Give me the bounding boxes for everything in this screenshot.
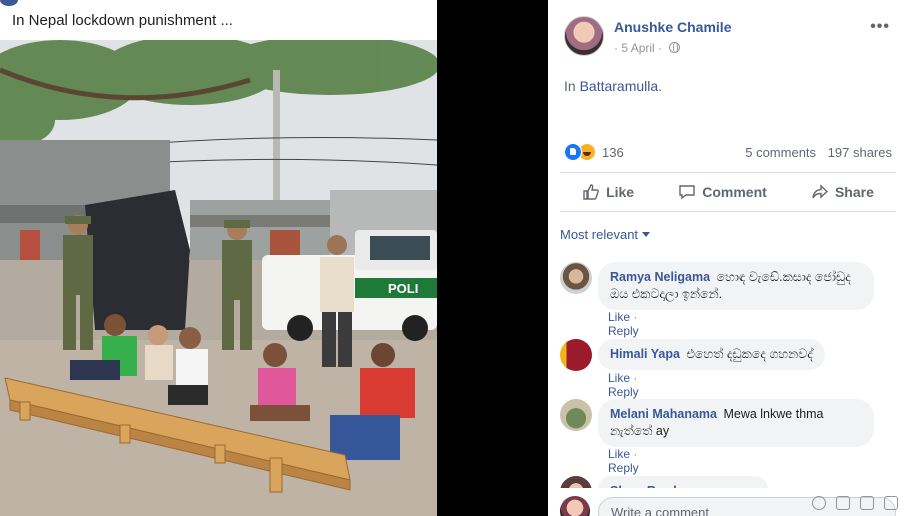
more-options-icon[interactable]: •••	[870, 18, 890, 36]
caption-avatar	[0, 0, 18, 6]
action-bar: Like Comment Share	[560, 172, 896, 212]
post-panel: Anushke Chamile · 5 April · ••• In Batta…	[548, 0, 908, 516]
place-link[interactable]: Battaramulla	[580, 78, 659, 94]
like-reaction-icon	[564, 143, 582, 161]
comment-bubble: Himali Yapa එහෙත් දඩුකදෙ ගහනවද්	[598, 339, 825, 370]
like-button[interactable]: Like	[582, 183, 634, 201]
comment-author[interactable]: Himali Yapa	[610, 347, 680, 361]
comment-like-link[interactable]: Like	[608, 447, 630, 461]
author-avatar[interactable]	[564, 16, 604, 56]
lightbox-gap	[437, 0, 548, 516]
comment-author[interactable]: Ramya Neligama	[610, 270, 710, 284]
write-comment-row: Write a comment	[548, 488, 908, 516]
sort-comments-dropdown[interactable]: Most relevant	[560, 227, 651, 242]
comment-button[interactable]: Comment	[678, 183, 767, 201]
comment-label: Comment	[702, 184, 767, 200]
comment-bubble-icon	[679, 185, 695, 200]
shares-count[interactable]: 197 shares	[828, 145, 892, 160]
comment-like-link[interactable]: Like	[608, 310, 630, 324]
like-label: Like	[606, 184, 635, 200]
comment-bubble: Ramya Neligama හොඳ වැඩේ.කසාද ජෝඩුද ඔය එක…	[598, 262, 874, 310]
comment-author[interactable]: Melani Mahanama	[610, 407, 717, 421]
share-arrow-icon	[812, 184, 829, 199]
commenter-avatar[interactable]	[560, 262, 592, 294]
post-text-suffix: .	[658, 78, 663, 94]
thumbs-up-icon	[583, 184, 599, 200]
emoji-icon[interactable]	[812, 496, 826, 510]
meta-separator: ·	[614, 41, 618, 55]
comment-share-counts: 5 comments 197 shares	[745, 145, 892, 160]
gif-icon[interactable]	[860, 496, 874, 510]
photo-caption: In Nepal lockdown punishment ...	[0, 0, 437, 40]
photo-panel[interactable]: In Nepal lockdown punishment ... POLI	[0, 0, 437, 516]
reactions-summary[interactable]: 136	[564, 142, 624, 162]
sticker-icon[interactable]	[884, 496, 898, 510]
write-comment-placeholder: Write a comment	[611, 505, 710, 516]
composer-icons	[812, 496, 898, 510]
camera-icon[interactable]	[836, 496, 850, 510]
commenter-avatar[interactable]	[560, 399, 592, 431]
current-user-avatar	[560, 496, 590, 516]
reaction-count: 136	[602, 144, 624, 160]
commenter-avatar[interactable]	[560, 339, 592, 371]
comment-bubble: Melani Mahanama Mewa lnkwe thma නැත්තේ a…	[598, 399, 874, 447]
post-text-prefix: In	[564, 78, 576, 94]
comments-count[interactable]: 5 comments	[745, 145, 816, 160]
share-button[interactable]: Share	[811, 183, 874, 201]
svg-text:POLI: POLI	[388, 281, 418, 296]
post-meta: · 5 April ·	[614, 41, 681, 55]
author-name[interactable]: Anushke Chamile	[614, 19, 731, 35]
globe-icon	[669, 42, 681, 53]
photo-caption-text: In Nepal lockdown punishment ...	[12, 12, 233, 29]
post-text: In Battaramulla.	[564, 78, 662, 94]
caret-down-icon	[642, 232, 651, 237]
post-date[interactable]: 5 April	[621, 41, 654, 55]
comment-like-link[interactable]: Like	[608, 371, 630, 385]
sort-label: Most relevant	[560, 227, 639, 242]
post-photo[interactable]: POLI	[0, 40, 437, 516]
meta-separator: ·	[658, 41, 663, 55]
share-label: Share	[834, 184, 874, 200]
comment-text: එහෙත් දඩුකදෙ ගහනවද්	[686, 347, 813, 361]
